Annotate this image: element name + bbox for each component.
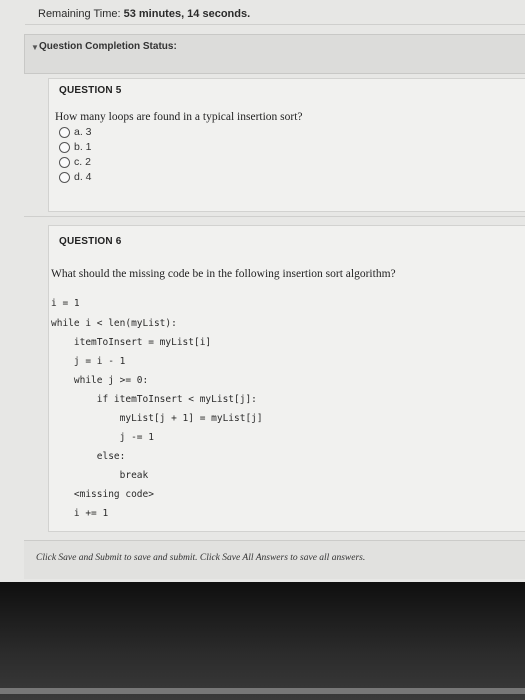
code-line: j = i - 1	[51, 356, 126, 367]
code-line: while i < len(myList):	[51, 318, 177, 329]
code-line: <missing code>	[51, 489, 154, 500]
radio-button[interactable]	[59, 156, 70, 168]
footer-instructions: Click Save and Submit to save and submit…	[24, 540, 525, 579]
option-label[interactable]: b. 1	[74, 141, 92, 153]
monitor-bezel	[0, 582, 525, 700]
divider	[25, 24, 525, 25]
question-heading: QUESTION 6	[59, 236, 122, 247]
radio-button[interactable]	[59, 171, 70, 183]
footer-text: Click Save and Submit to save and submit…	[36, 553, 366, 563]
question-text: How many loops are found in a typical in…	[55, 111, 303, 123]
question-completion-status-panel[interactable]: ▼ Question Completion Status:	[24, 34, 525, 74]
question-6-card: QUESTION 6 What should the missing code …	[48, 225, 525, 532]
remaining-time-value: 53 minutes, 14 seconds.	[123, 8, 251, 20]
code-line: i += 1	[51, 508, 109, 519]
answer-option-d[interactable]: d. 4	[59, 171, 92, 183]
answer-option-c[interactable]: c. 2	[59, 156, 91, 168]
code-line: i = 1	[51, 298, 80, 309]
answer-option-b[interactable]: b. 1	[59, 141, 92, 153]
question-heading: QUESTION 5	[59, 85, 122, 96]
code-line: while j >= 0:	[51, 375, 149, 386]
code-line: myList[j + 1] = myList[j]	[51, 413, 263, 424]
quiz-screen: Remaining Time: 53 minutes, 14 seconds. …	[0, 0, 525, 582]
radio-button[interactable]	[59, 126, 70, 138]
question-text: What should the missing code be in the f…	[51, 268, 396, 280]
remaining-time-label: Remaining Time:	[38, 8, 121, 20]
keyboard-edge	[0, 688, 525, 694]
chevron-down-icon[interactable]: ▼	[31, 43, 39, 52]
option-label[interactable]: d. 4	[74, 171, 92, 183]
option-label[interactable]: c. 2	[74, 156, 91, 168]
code-line: break	[51, 470, 149, 481]
question-5-card: QUESTION 5 How many loops are found in a…	[48, 78, 525, 212]
code-line: j -= 1	[51, 432, 154, 443]
option-label[interactable]: a. 3	[74, 126, 92, 138]
answer-option-a[interactable]: a. 3	[59, 126, 92, 138]
question-completion-status-label[interactable]: Question Completion Status:	[39, 41, 177, 52]
divider	[24, 216, 525, 217]
remaining-time: Remaining Time: 53 minutes, 14 seconds.	[38, 8, 250, 20]
code-line: if itemToInsert < myList[j]:	[51, 394, 257, 405]
code-line: itemToInsert = myList[i]	[51, 337, 212, 348]
radio-button[interactable]	[59, 141, 70, 153]
code-line: else:	[51, 451, 126, 462]
